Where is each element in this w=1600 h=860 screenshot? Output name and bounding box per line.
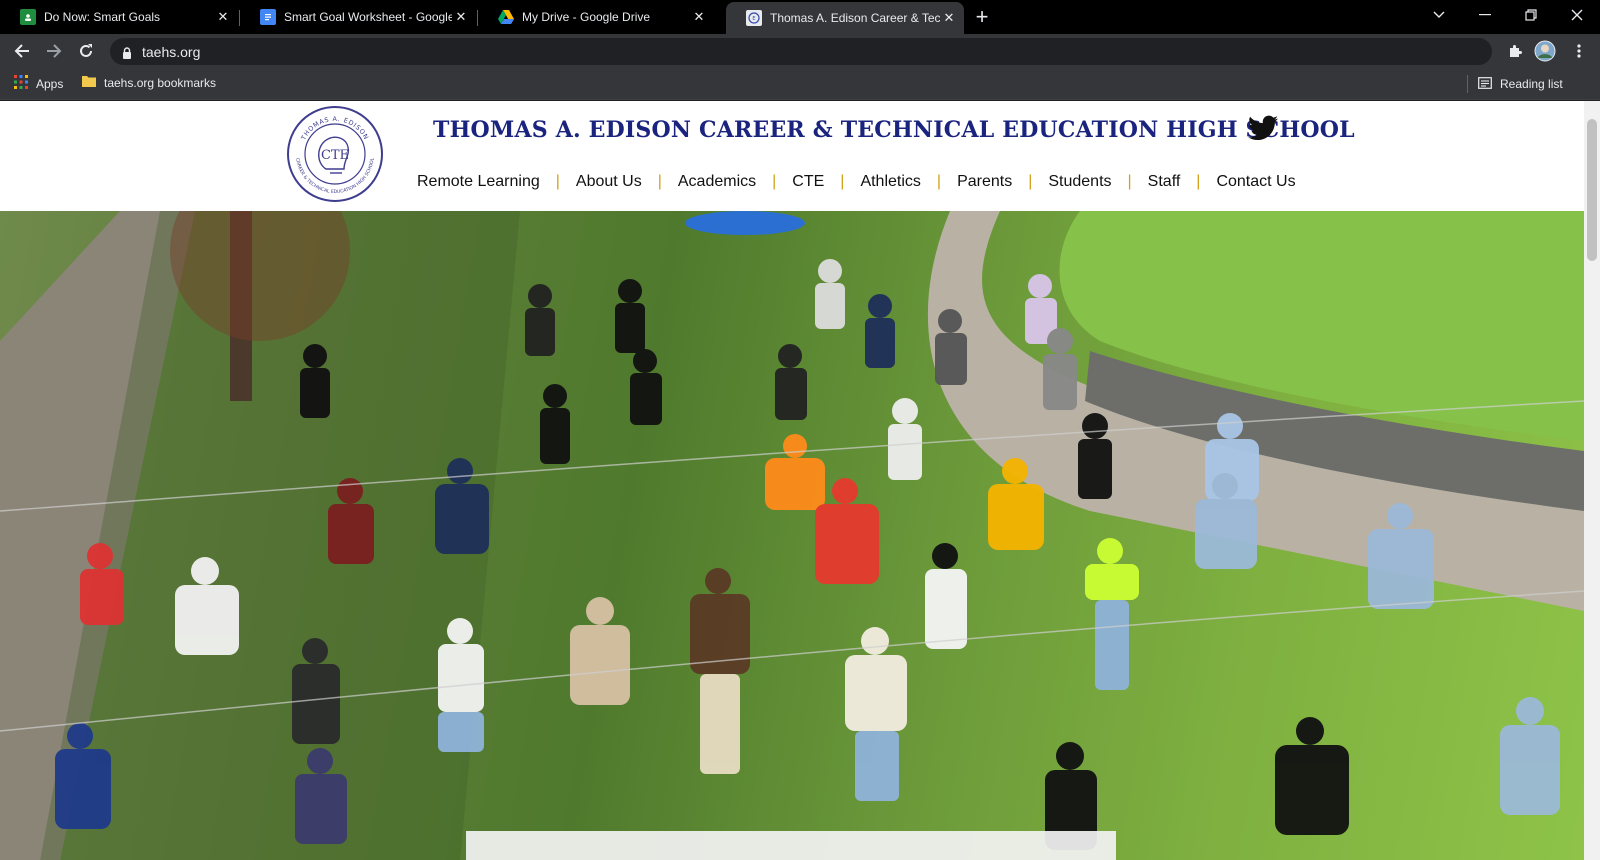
arrow-right-icon <box>47 44 62 58</box>
extensions-button[interactable] <box>1504 40 1526 62</box>
site-header: THOMAS A. EDISON CAREER & TECHNICAL EDUC… <box>0 101 1584 211</box>
nav-contact-us[interactable]: Contact Us <box>1200 173 1311 191</box>
profile-avatar[interactable] <box>1534 40 1556 62</box>
main-navigation: Remote Learning | About Us | Academics |… <box>409 173 1312 191</box>
new-tab-button[interactable]: + <box>970 4 994 29</box>
apps-grid-icon <box>14 75 28 92</box>
page-scrollbar[interactable] <box>1584 101 1600 860</box>
puzzle-icon <box>1510 45 1522 57</box>
bookmark-label: Apps <box>36 76 64 91</box>
tab-title: My Drive - Google Drive <box>522 10 651 24</box>
nav-academics[interactable]: Academics <box>662 173 772 191</box>
hero-content-card <box>466 831 1116 860</box>
forward-button[interactable] <box>41 39 67 63</box>
bookmark-taehs-folder[interactable]: taehs.org bookmarks <box>82 75 216 90</box>
close-icon[interactable]: ✕ <box>690 8 708 26</box>
avatar-icon <box>1534 40 1556 62</box>
url-text: taehs.org <box>142 43 201 60</box>
nav-parents[interactable]: Parents <box>941 173 1028 191</box>
tab-smart-goal-worksheet[interactable]: Smart Goal Worksheet - Google ✕ <box>240 0 476 34</box>
minimize-button[interactable] <box>1462 0 1508 30</box>
reading-list-icon <box>1478 76 1492 92</box>
nav-cte[interactable]: CTE <box>776 173 840 191</box>
address-bar[interactable]: taehs.org <box>110 38 1492 65</box>
nav-staff[interactable]: Staff <box>1132 173 1197 191</box>
google-classroom-icon <box>20 9 36 25</box>
school-logo[interactable]: THOMAS A. EDISON CAREER & TECHNICAL EDUC… <box>286 105 384 203</box>
bookmark-label: taehs.org bookmarks <box>104 75 217 90</box>
logo-center-text: CTE <box>321 148 349 163</box>
reload-icon <box>80 44 92 57</box>
google-drive-icon <box>498 9 514 25</box>
scrollbar-thumb[interactable] <box>1587 119 1597 261</box>
close-icon[interactable]: ✕ <box>214 8 232 26</box>
google-docs-icon <box>260 9 276 25</box>
reading-list-label: Reading list <box>1500 77 1563 91</box>
tab-do-now-smart-goals[interactable]: Do Now: Smart Goals ✕ <box>0 0 238 34</box>
browser-toolbar: taehs.org <box>0 34 1600 68</box>
lock-icon <box>122 46 132 59</box>
nav-students[interactable]: Students <box>1032 173 1127 191</box>
bookmarks-bar: Apps taehs.org bookmarks Reading list <box>0 68 1600 100</box>
tab-search-button[interactable] <box>1416 0 1462 30</box>
bookmark-apps[interactable]: Apps <box>14 75 63 92</box>
kebab-menu-icon <box>1577 44 1581 58</box>
window-close-button[interactable] <box>1554 0 1600 30</box>
tab-my-drive[interactable]: My Drive - Google Drive ✕ <box>478 0 714 34</box>
chevron-down-icon <box>1433 11 1445 18</box>
web-page: THOMAS A. EDISON CAREER & TECHNICAL EDUC… <box>0 101 1584 860</box>
browser-menu-button[interactable] <box>1568 40 1590 62</box>
nav-about-us[interactable]: About Us <box>560 173 658 191</box>
tab-title: Do Now: Smart Goals <box>44 10 161 24</box>
tab-taehs[interactable]: E Thomas A. Edison Career & Techr ✕ <box>726 2 964 34</box>
tab-strip: Do Now: Smart Goals ✕ Smart Goal Workshe… <box>0 0 1600 34</box>
tab-title: Smart Goal Worksheet - Google <box>284 10 452 24</box>
reading-list-button[interactable]: Reading list <box>1467 75 1563 93</box>
taehs-favicon: E <box>746 10 762 26</box>
restore-button[interactable] <box>1508 0 1554 30</box>
arrow-left-icon <box>14 44 29 58</box>
hero-photo <box>0 211 1584 860</box>
nav-remote-learning[interactable]: Remote Learning <box>409 173 556 191</box>
folder-icon <box>82 75 96 90</box>
twitter-icon[interactable] <box>1248 115 1278 141</box>
tab-title: Thomas A. Edison Career & Techr <box>770 11 940 25</box>
close-icon[interactable]: ✕ <box>452 8 470 26</box>
school-title[interactable]: THOMAS A. EDISON CAREER & TECHNICAL EDUC… <box>433 117 1355 143</box>
nav-athletics[interactable]: Athletics <box>844 173 936 191</box>
back-button[interactable] <box>9 39 35 63</box>
reload-button[interactable] <box>73 39 99 63</box>
svg-text:E: E <box>752 16 755 22</box>
close-icon[interactable]: ✕ <box>940 9 958 27</box>
